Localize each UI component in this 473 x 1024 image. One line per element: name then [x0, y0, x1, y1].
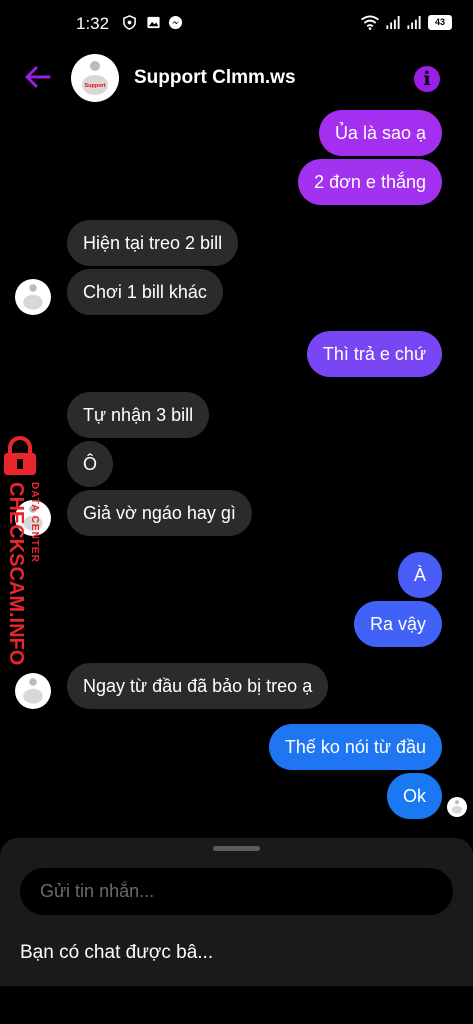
support-mascot-icon — [23, 284, 43, 310]
wifi-icon — [360, 15, 380, 30]
message-bubble-received[interactable]: Ô — [67, 441, 114, 487]
message-bubble-sent[interactable]: Ok — [386, 773, 442, 819]
message-bubble-received[interactable]: Ngay từ đầu đã bảo bị treo ạ — [67, 663, 329, 709]
lock-icon — [4, 436, 36, 475]
info-icon[interactable]: i — [414, 66, 440, 92]
messenger-icon — [168, 15, 183, 30]
message-bubble-received[interactable]: Giả vờ ngáo hay gì — [67, 490, 252, 536]
image-icon — [147, 16, 160, 29]
signal-icon-1 — [386, 15, 400, 30]
message-bubble-received[interactable]: Chơi 1 bill khác — [67, 269, 223, 315]
suggested-reply[interactable]: Bạn có chat được bâ... — [20, 942, 213, 964]
seen-avatar — [447, 797, 467, 817]
back-arrow-icon[interactable] — [22, 62, 52, 92]
support-mascot-icon — [451, 800, 463, 814]
message-bubble-received[interactable]: Tự nhận 3 bill — [67, 392, 210, 438]
sender-avatar — [15, 673, 51, 709]
drag-handle[interactable] — [213, 846, 260, 851]
support-mascot-icon: Support — [82, 61, 108, 95]
status-time: 1:32 — [76, 14, 110, 33]
checkscam-watermark: CHECKSCAM.INFO DATA CENTER — [4, 436, 40, 665]
message-bubble-sent[interactable]: 2 đơn e thắng — [298, 159, 442, 205]
support-mascot-icon — [23, 678, 43, 704]
message-bubble-received[interactable]: Hiện tại treo 2 bill — [67, 220, 239, 266]
contact-name[interactable]: Support Clmm.ws — [134, 67, 296, 89]
battery-indicator: 43 — [428, 15, 452, 30]
message-input[interactable] — [20, 868, 453, 915]
message-bubble-sent[interactable]: Thế ko nói từ đầu — [268, 724, 442, 770]
watermark-brand: CHECKSCAM.INFO — [5, 482, 27, 665]
message-bubble-sent[interactable]: Ra vậy — [353, 601, 442, 647]
sender-avatar — [15, 279, 51, 315]
signal-icon-2 — [407, 15, 421, 30]
message-bubble-sent[interactable]: À — [397, 552, 442, 598]
message-bubble-sent[interactable]: Thì trả e chứ — [306, 331, 442, 377]
avatar-label: Support — [84, 83, 105, 89]
contact-avatar[interactable]: Support — [71, 54, 119, 102]
watermark-tagline: DATA CENTER — [29, 482, 40, 563]
shield-icon — [123, 15, 136, 30]
message-bubble-sent[interactable]: Ủa là sao ạ — [318, 110, 442, 156]
